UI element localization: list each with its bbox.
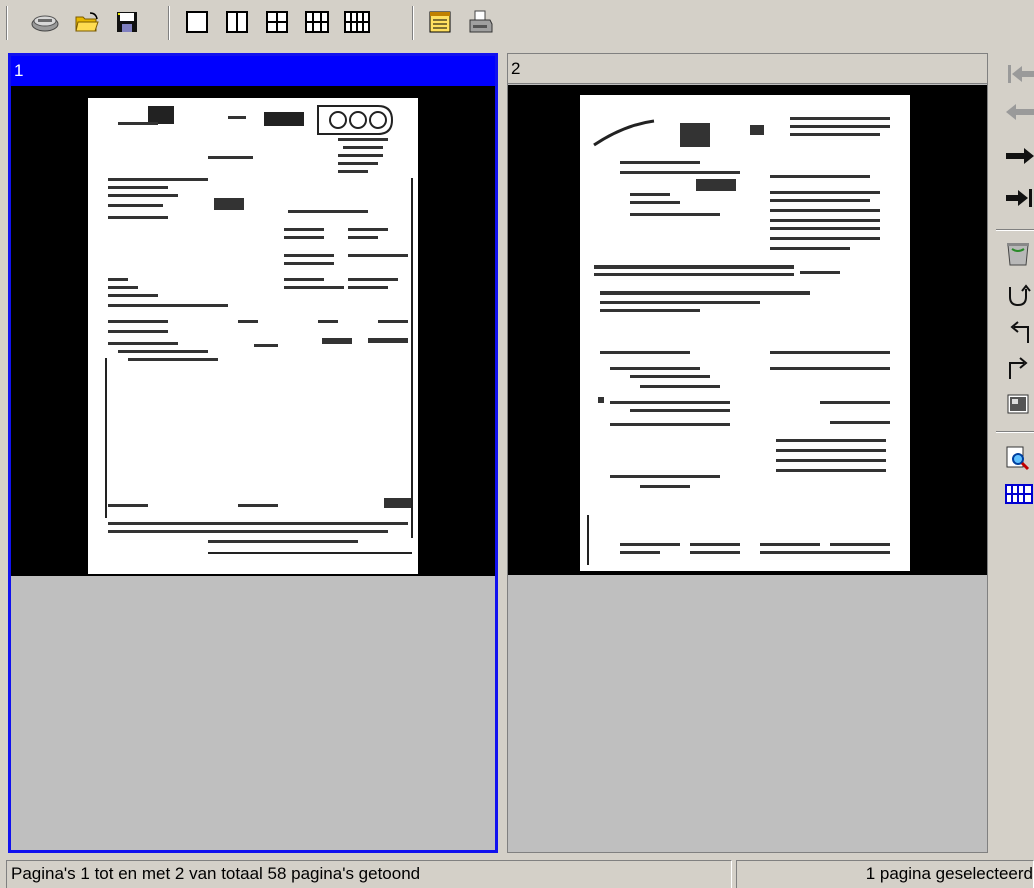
grid-view-icon (1004, 482, 1034, 509)
layout-1-icon (186, 11, 208, 33)
grid-view-button[interactable] (1004, 479, 1034, 511)
page-thumbnail[interactable] (88, 98, 418, 574)
first-page-button[interactable] (1004, 59, 1034, 91)
page-pane-1[interactable]: 1 (8, 53, 498, 853)
next-page-icon (1004, 144, 1034, 171)
open-button[interactable] (72, 7, 102, 37)
page-pane-label: 2 (508, 54, 987, 84)
scan-icon (30, 11, 60, 33)
layout-4-button[interactable] (262, 7, 292, 37)
sidebar-separator (996, 431, 1034, 433)
scanned-document (587, 117, 890, 565)
sidebar-separator (996, 229, 1034, 231)
save-button[interactable] (112, 7, 142, 37)
layout-2-icon (226, 11, 248, 33)
layout-8-icon (344, 11, 370, 33)
rotate-180-button[interactable] (1004, 281, 1034, 313)
rotate-right-icon (1004, 355, 1034, 384)
status-bar: Pagina's 1 tot en met 2 van totaal 58 pa… (0, 856, 1034, 888)
toolbar-separator (168, 6, 170, 40)
previous-page-icon (1004, 100, 1034, 127)
layout-8-button[interactable] (342, 7, 372, 37)
rotate-right-button[interactable] (1004, 353, 1034, 385)
layout-2-button[interactable] (222, 7, 252, 37)
page-preview-area (508, 85, 987, 575)
zoom-page-button[interactable] (1004, 443, 1034, 475)
notepad-icon (428, 10, 452, 34)
first-page-icon (1004, 62, 1034, 89)
image-icon (1004, 391, 1034, 420)
image-button[interactable] (1004, 389, 1034, 421)
previous-page-button[interactable] (1004, 97, 1034, 129)
layout-1-button[interactable] (182, 7, 212, 37)
status-selection-count: 1 pagina geselecteerd (736, 860, 1034, 888)
last-page-icon (1004, 186, 1034, 213)
layout-6-icon (305, 11, 329, 33)
delete-page-button[interactable] (1004, 239, 1034, 271)
layout-6-button[interactable] (302, 7, 332, 37)
scan-button[interactable] (30, 7, 60, 37)
page-thumbnail[interactable] (580, 95, 910, 571)
last-page-button[interactable] (1004, 183, 1034, 215)
recycle-bin-icon (1004, 241, 1034, 270)
rotate-left-button[interactable] (1004, 317, 1034, 349)
next-page-button[interactable] (1004, 141, 1034, 173)
page-pane-2[interactable]: 2 (507, 53, 988, 853)
scanned-document (105, 105, 413, 554)
zoom-page-icon (1004, 445, 1034, 474)
notes-button[interactable] (425, 7, 455, 37)
print-button[interactable] (466, 7, 496, 37)
open-folder-icon (74, 11, 100, 33)
save-icon (116, 11, 138, 33)
rotate-180-icon (1004, 283, 1034, 312)
rotate-left-icon (1004, 319, 1034, 348)
page-pane-label: 1 (11, 56, 495, 86)
layout-4-icon (266, 11, 288, 33)
toolbar-separator (412, 6, 414, 40)
toolbar (0, 0, 1034, 46)
page-preview-area (11, 86, 495, 576)
toolbar-grip (6, 6, 8, 40)
navigation-sidebar (994, 53, 1034, 573)
status-pages-shown: Pagina's 1 tot en met 2 van totaal 58 pa… (6, 860, 732, 888)
printer-icon (468, 10, 494, 34)
